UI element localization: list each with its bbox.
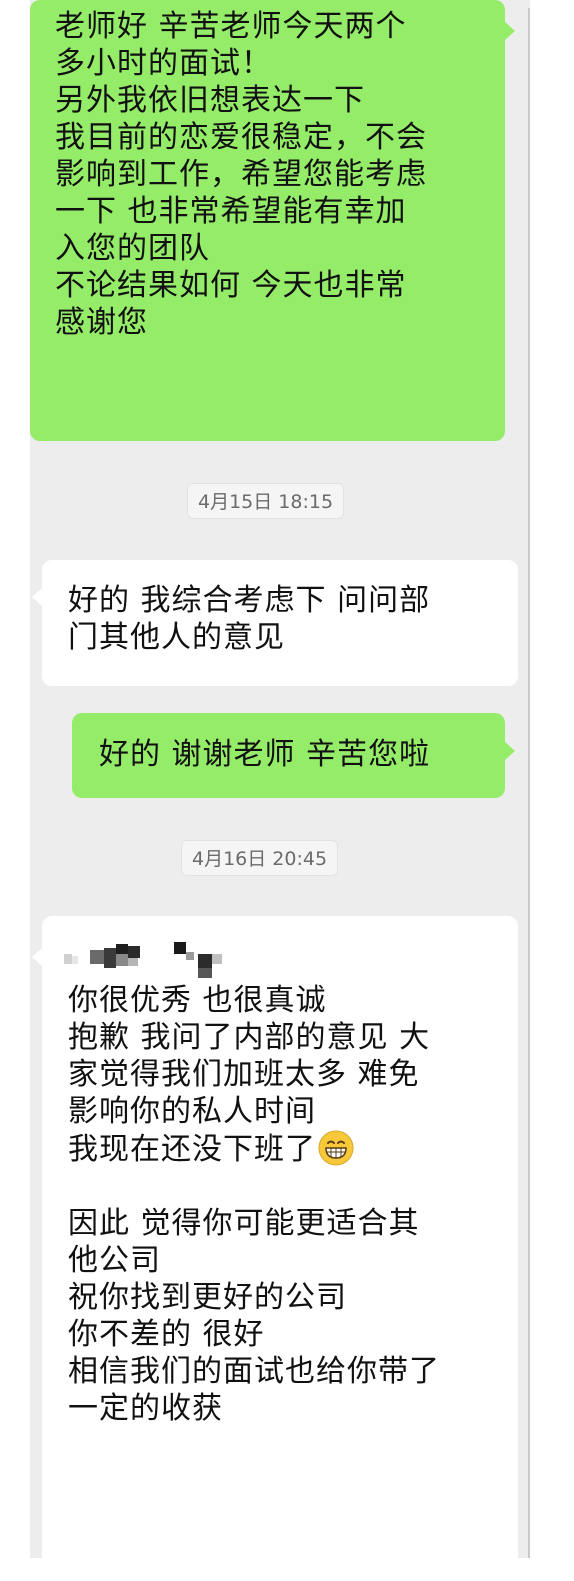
- message-line: 门其他人的意见: [68, 620, 285, 655]
- message-line: 相信我们的面试也给你带了: [68, 1354, 440, 1389]
- message-line: 影响你的私人时间: [68, 1094, 316, 1129]
- message-line: ​: [68, 1168, 518, 1205]
- message-line-with-emoji: 我现在还没下班了: [68, 1130, 518, 1168]
- message-line: 一下 也非常希望能有幸加: [55, 194, 407, 229]
- timestamp: 4月15日 18:15: [187, 483, 345, 519]
- message-line: 他公司: [68, 1243, 161, 1278]
- chat-area: 老师好 辛苦老师今天两个 多小时的面试！ 另外我依旧想表达一下 我目前的恋爱很稳…: [30, 0, 530, 1558]
- message-line: 祝你找到更好的公司: [68, 1280, 347, 1315]
- sent-message-bubble[interactable]: 好的 谢谢老师 辛苦您啦: [72, 713, 505, 798]
- message-line: 我目前的恋爱很稳定，不会: [55, 120, 427, 155]
- bubble-tail: [505, 742, 515, 760]
- message-line: 入您的团队: [55, 231, 210, 266]
- message-line: 抱歉 我问了内部的意见 大: [68, 1020, 431, 1055]
- message-line: 多小时的面试！: [55, 46, 272, 81]
- message-line: 你很优秀 也很真诚: [68, 983, 327, 1018]
- message-line: 好的 谢谢老师 辛苦您啦: [99, 737, 431, 772]
- message-line: 感谢您: [55, 305, 148, 340]
- message-line: 家觉得我们加班太多 难免: [68, 1057, 420, 1092]
- bubble-tail: [32, 948, 42, 966]
- message-line: 影响到工作，希望您能考虑: [55, 157, 427, 192]
- message-line: 你不差的 很好: [68, 1317, 265, 1352]
- received-message-bubble[interactable]: 你很优秀 也很真诚 抱歉 我问了内部的意见 大 家觉得我们加班太多 难免 影响你…: [42, 916, 518, 1558]
- pixelated-name-censor: [64, 942, 222, 978]
- message-line: 一定的收获: [68, 1391, 223, 1426]
- bubble-tail: [32, 588, 42, 606]
- message-line: 好的 我综合考虑下 问问部: [68, 583, 431, 618]
- message-line: 不论结果如何 今天也非常: [55, 268, 407, 303]
- message-line: 因此 觉得你可能更适合其: [68, 1206, 420, 1241]
- message-line-text: 我现在还没下班了: [68, 1132, 316, 1167]
- sent-message-bubble[interactable]: 老师好 辛苦老师今天两个 多小时的面试！ 另外我依旧想表达一下 我目前的恋爱很稳…: [30, 0, 505, 441]
- bubble-tail: [505, 22, 515, 40]
- message-line: 老师好 辛苦老师今天两个: [55, 9, 407, 44]
- timestamp: 4月16日 20:45: [181, 840, 339, 876]
- grinning-face-emoji: [318, 1130, 354, 1166]
- received-message-bubble[interactable]: 好的 我综合考虑下 问问部 门其他人的意见: [42, 560, 518, 686]
- screenshot-edge-divider: [528, 8, 530, 1558]
- message-line: 另外我依旧想表达一下: [55, 83, 365, 118]
